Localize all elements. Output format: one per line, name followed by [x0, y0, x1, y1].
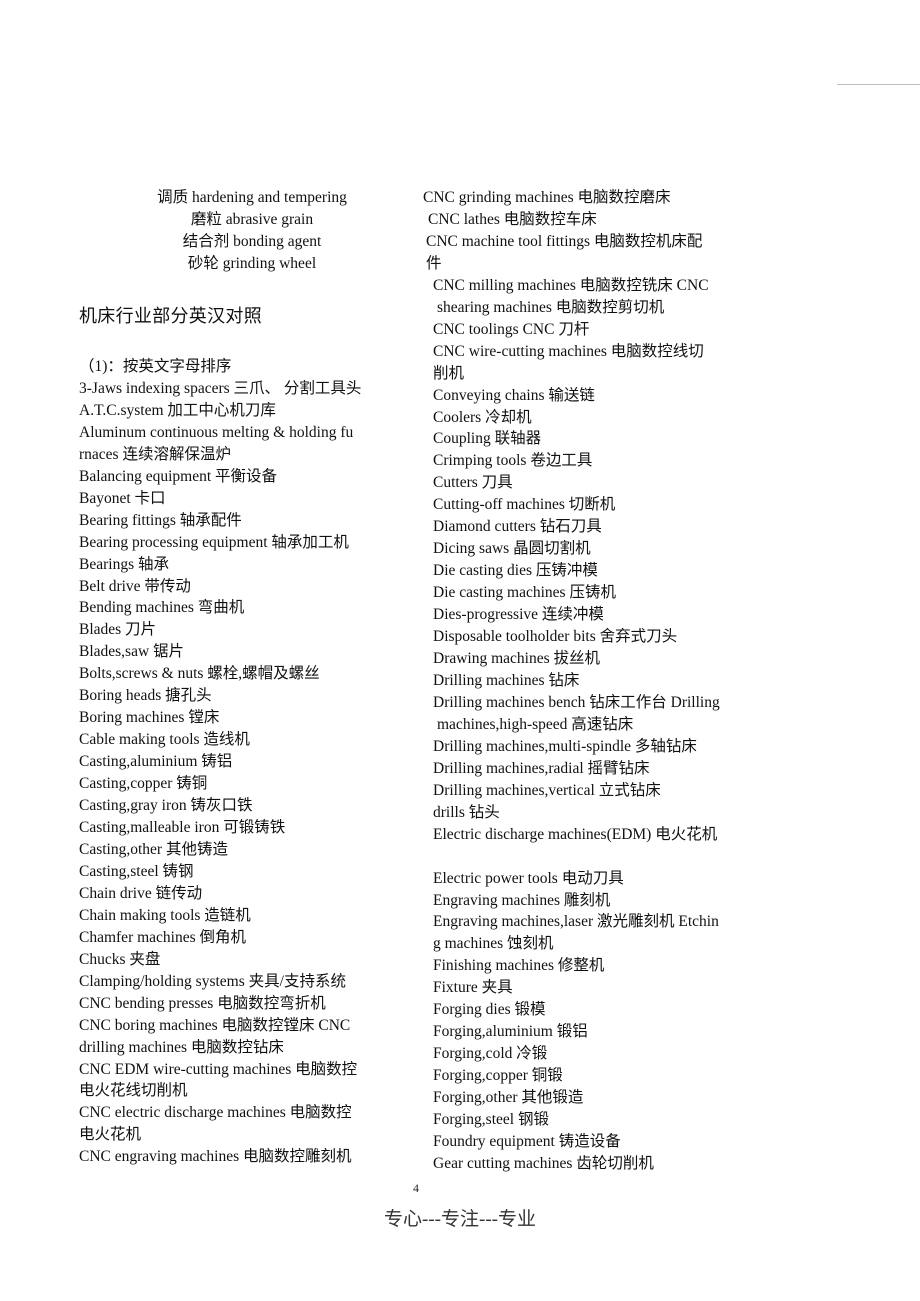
header-rule — [837, 84, 920, 85]
glossary-entry: A.T.C.system 加工中心机刀库 — [79, 401, 276, 419]
glossary-entry: 电火花线切削机 — [79, 1082, 188, 1100]
glossary-entry: Disposable toolholder bits 舍弃式刀头 — [433, 628, 678, 646]
glossary-entry: Chain drive 链传动 — [79, 884, 203, 902]
section-title: 机床行业部分英汉对照 — [79, 306, 262, 327]
glossary-entry: Drawing machines 拔丝机 — [433, 650, 601, 668]
glossary-entry: CNC wire-cutting machines 电脑数控线切 — [433, 342, 704, 360]
intro-line: 磨粒 abrasive grain — [190, 211, 314, 228]
glossary-entry: Balancing equipment 平衡设备 — [79, 467, 278, 485]
glossary-entry: Bending machines 弯曲机 — [79, 599, 245, 617]
glossary-entry: Chain making tools 造链机 — [79, 906, 251, 924]
glossary-entry: Blades 刀片 — [79, 621, 157, 639]
glossary-entry: Bolts,screws & nuts 螺栓,螺帽及螺丝 — [79, 665, 320, 683]
left-column: （1)：按英文字母排序 3-Jaws indexing spacers 三爪、 … — [79, 356, 361, 1168]
glossary-entry: drilling machines 电脑数控钻床 — [79, 1038, 284, 1056]
glossary-entry: Clamping/holding systems 夹具/支持系统 — [79, 972, 346, 990]
glossary-entry: Forging,aluminium 锻铝 — [433, 1023, 588, 1041]
glossary-entry: 3-Jaws indexing spacers 三爪、 分割工具头 — [79, 379, 362, 397]
footer-slogan: 专心---专注---专业 — [384, 1209, 536, 1230]
glossary-entry: Foundry equipment 铸造设备 — [433, 1132, 621, 1150]
glossary-entry: 削机 — [433, 364, 465, 382]
glossary-entry: Cutters 刀具 — [433, 474, 513, 492]
glossary-entry: Forging,steel 钢锻 — [433, 1111, 549, 1129]
glossary-entry: CNC boring machines 电脑数控镗床 CNC — [79, 1016, 351, 1034]
glossary-entry: g machines 蚀刻机 — [433, 935, 554, 953]
glossary-entry: Casting,gray iron 铸灰口铁 — [79, 797, 253, 815]
glossary-entry: 件 — [426, 254, 442, 272]
glossary-entry: Dicing saws 晶圆切割机 — [433, 540, 591, 558]
intro-line: 调质 hardening and tempering — [157, 189, 347, 206]
glossary-entry: Electric power tools 电动刀具 — [433, 869, 624, 887]
glossary-entry: Forging,other 其他锻造 — [433, 1089, 584, 1107]
glossary-entry: Dies-progressive 连续冲模 — [433, 606, 604, 624]
glossary-entry: Drilling machines 钻床 — [433, 671, 580, 689]
glossary-entry: rnaces 连续溶解保温炉 — [79, 445, 231, 463]
glossary-entry: CNC bending presses 电脑数控弯折机 — [79, 994, 326, 1012]
glossary-entry: CNC engraving machines 电脑数控雕刻机 — [79, 1148, 352, 1166]
intro-line: 砂轮 grinding wheel — [187, 255, 317, 272]
glossary-entry: Cable making tools 造线机 — [79, 731, 250, 749]
page-number: 4 — [413, 1181, 419, 1195]
glossary-entry: CNC machine tool fittings 电脑数控机床配 — [426, 232, 703, 250]
glossary-entry: 电火花机 — [79, 1126, 142, 1144]
document-page: 调质 hardening and tempering 磨粒 abrasive g… — [0, 0, 920, 1301]
glossary-entry: Aluminum continuous melting & holding fu — [79, 423, 354, 441]
right-column: CNC grinding machines 电脑数控磨床 CNC lathes 电… — [423, 187, 720, 1175]
glossary-entry: machines,high-speed 高速钻床 — [437, 715, 634, 733]
glossary-entry — [423, 846, 720, 868]
glossary-entry: Forging,cold 冷锻 — [433, 1045, 548, 1063]
glossary-entry: Fixture 夹具 — [433, 979, 513, 997]
glossary-entry: Belt drive 带传动 — [79, 577, 191, 595]
glossary-entry: Boring machines 镗床 — [79, 709, 220, 727]
glossary-entry: Bayonet 卡口 — [79, 489, 166, 507]
glossary-entry: Casting,copper 铸铜 — [79, 775, 208, 793]
intro-block: 调质 hardening and tempering 磨粒 abrasive g… — [120, 187, 384, 275]
glossary-entry: Crimping tools 卷边工具 — [433, 452, 593, 470]
glossary-entry: Cutting-off machines 切断机 — [433, 496, 616, 514]
glossary-entry: Bearings 轴承 — [79, 555, 169, 573]
glossary-entry: Electric discharge machines(EDM) 电火花机 — [433, 825, 718, 843]
glossary-entry: Bearing fittings 轴承配件 — [79, 511, 242, 529]
glossary-entry: shearing machines 电脑数控剪切机 — [437, 298, 665, 316]
glossary-entry: Bearing processing equipment 轴承加工机 — [79, 533, 349, 551]
glossary-entry: Die casting dies 压铸冲模 — [433, 562, 598, 580]
glossary-entry: Die casting machines 压铸机 — [433, 584, 616, 602]
glossary-entry: Coolers 冷却机 — [433, 408, 532, 426]
glossary-entry: （1)：按英文字母排序 — [79, 358, 232, 375]
glossary-entry: drills 钻头 — [433, 803, 500, 821]
glossary-entry: Blades,saw 锯片 — [79, 643, 185, 661]
glossary-entry: Drilling machines,multi-spindle 多轴钻床 — [433, 737, 697, 755]
glossary-entry: CNC EDM wire-cutting machines 电脑数控 — [79, 1060, 358, 1078]
glossary-entry: Forging dies 锻模 — [433, 1001, 546, 1019]
glossary-entry: Gear cutting machines 齿轮切削机 — [433, 1154, 654, 1172]
glossary-entry: Forging,copper 铜锻 — [433, 1067, 563, 1085]
glossary-entry: Casting,steel 铸钢 — [79, 862, 194, 880]
glossary-entry: Drilling machines bench 钻床工作台 Drilling — [433, 693, 720, 711]
glossary-entry: Engraving machines,laser 激光雕刻机 Etchin — [433, 913, 719, 931]
glossary-entry: Boring heads 搪孔头 — [79, 687, 212, 705]
glossary-entry: Casting,aluminium 铸铝 — [79, 753, 233, 771]
glossary-entry: CNC lathes 电脑数控车床 — [428, 210, 597, 228]
glossary-entry: Drilling machines,vertical 立式钻床 — [433, 781, 661, 799]
glossary-entry: CNC milling machines 电脑数控铣床 CNC — [433, 276, 709, 294]
glossary-entry: CNC grinding machines 电脑数控磨床 — [423, 189, 671, 206]
glossary-entry: Chucks 夹盘 — [79, 950, 161, 968]
glossary-entry: Coupling 联轴器 — [433, 430, 542, 448]
glossary-entry: Diamond cutters 钻石刀具 — [433, 518, 602, 536]
glossary-entry: Finishing machines 修整机 — [433, 957, 605, 975]
glossary-entry: Chamfer machines 倒角机 — [79, 928, 247, 946]
glossary-entry: Casting,malleable iron 可锻铸铁 — [79, 819, 286, 837]
glossary-entry: Drilling machines,radial 摇臂钻床 — [433, 759, 650, 777]
intro-line: 结合剂 bonding agent — [182, 233, 322, 250]
glossary-entry: Engraving machines 雕刻机 — [433, 891, 611, 909]
glossary-entry: CNC electric discharge machines 电脑数控 — [79, 1104, 352, 1122]
glossary-entry: Casting,other 其他铸造 — [79, 840, 228, 858]
glossary-entry: CNC toolings CNC 刀杆 — [433, 320, 590, 338]
glossary-entry: Conveying chains 输送链 — [433, 386, 595, 404]
